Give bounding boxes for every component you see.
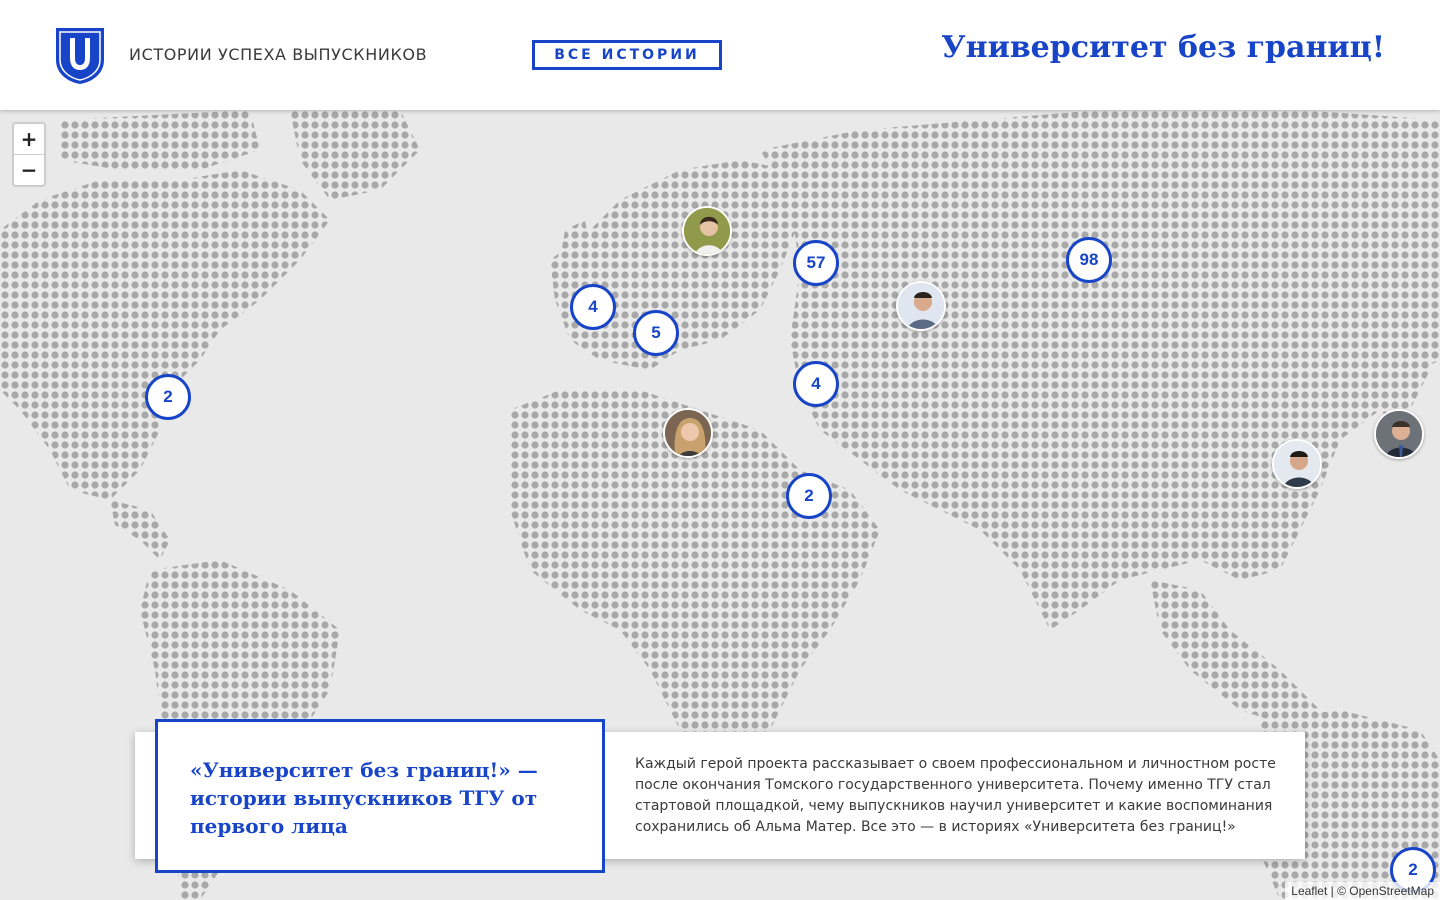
- header-slogan: Университет без границ!: [941, 30, 1385, 65]
- alumnus-avatar[interactable]: [682, 206, 732, 256]
- all-stories-button[interactable]: ВСЕ ИСТОРИИ: [532, 40, 722, 70]
- cluster-marker[interactable]: 4: [793, 361, 839, 407]
- cluster-marker[interactable]: 2: [145, 374, 191, 420]
- cluster-marker[interactable]: 4: [570, 284, 616, 330]
- cluster-marker[interactable]: 2: [786, 473, 832, 519]
- map-attribution[interactable]: Leaflet | © OpenStreetMap: [1285, 882, 1440, 900]
- cluster-marker[interactable]: 5: [633, 310, 679, 356]
- alumnus-avatar[interactable]: [1374, 409, 1424, 459]
- site-header: ИСТОРИИ УСПЕХА ВЫПУСКНИКОВ ВСЕ ИСТОРИИ У…: [0, 0, 1440, 110]
- project-description: Каждый герой проекта рассказывает о свое…: [635, 756, 1276, 835]
- alumnus-avatar[interactable]: [896, 281, 946, 331]
- cluster-marker[interactable]: 98: [1066, 237, 1112, 283]
- map-zoom-controls: + −: [12, 122, 46, 187]
- header-title: ИСТОРИИ УСПЕХА ВЫПУСКНИКОВ: [129, 45, 428, 64]
- project-heading-box: «Университет без границ!» — истории выпу…: [155, 719, 605, 873]
- project-heading: «Университет без границ!» — истории выпу…: [190, 758, 538, 838]
- alumnus-avatar[interactable]: [1272, 439, 1322, 489]
- alumnus-avatar[interactable]: [663, 408, 713, 458]
- cluster-marker[interactable]: 57: [793, 240, 839, 286]
- zoom-out-button[interactable]: −: [14, 154, 44, 185]
- zoom-in-button[interactable]: +: [14, 124, 44, 154]
- tsu-logo-icon[interactable]: [54, 26, 106, 86]
